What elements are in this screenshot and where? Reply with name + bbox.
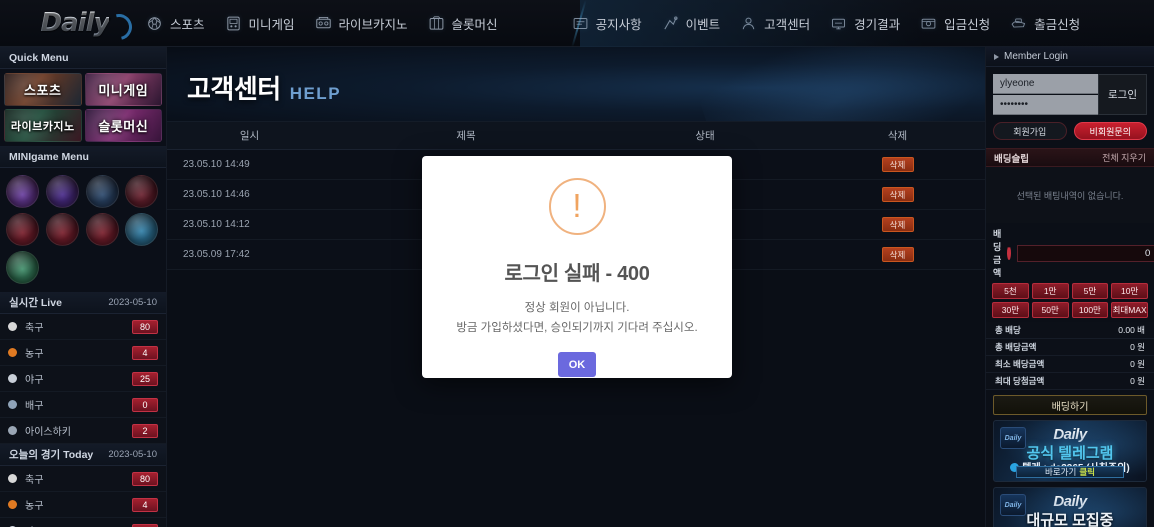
nav-item-deposit[interactable]: 입금신청 — [910, 0, 1000, 47]
nav-item-live-casino[interactable]: 라이브카지노 — [305, 0, 418, 47]
deposit-icon — [921, 18, 936, 29]
modal-message-line2: 방금 가입하셨다면, 승인되기까지 기다려 주십시오. — [456, 322, 698, 334]
modal-title: 로그인 실패 - 400 — [504, 263, 650, 285]
nav-item-label: 스포츠 — [170, 17, 205, 32]
nav-item-label: 슬롯머신 — [451, 17, 498, 32]
nav-items-container: 스포츠 미니게임 라이브카지노 슬롯머신 공지사항 이벤트 고객센터 경기결과 … — [136, 0, 1154, 47]
sports-icon — [148, 16, 161, 30]
nav-item-label: 출금신청 — [1034, 17, 1081, 32]
modal-message-line1: 정상 회원이 아닙니다. — [524, 302, 630, 314]
page-root: Daily 스포츠 미니게임 라이브카지노 슬롯머신 공지사항 이벤트 고객센터… — [0, 0, 1154, 527]
minigame-icon — [226, 16, 240, 30]
nav-item-label: 고객센터 — [764, 17, 811, 32]
nav-item-sports[interactable]: 스포츠 — [136, 0, 215, 47]
slot-machine-icon — [429, 15, 443, 30]
nav-item-match-result[interactable]: 경기결과 — [820, 0, 910, 47]
warning-icon: ! — [548, 178, 606, 235]
nav-item-event[interactable]: 이벤트 — [652, 0, 731, 47]
nav-item-label: 입금신청 — [944, 17, 991, 32]
site-logo[interactable]: Daily — [14, 8, 137, 45]
nav-item-label: 경기결과 — [854, 17, 901, 32]
nav-item-withdraw[interactable]: 출금신청 — [1000, 0, 1090, 47]
notice-icon — [573, 17, 587, 29]
modal-ok-button[interactable]: OK — [558, 352, 596, 377]
withdraw-icon — [1011, 17, 1026, 28]
customer-center-icon — [742, 17, 755, 29]
live-casino-icon — [315, 16, 331, 28]
match-result-icon — [832, 18, 846, 29]
nav-item-label: 공지사항 — [595, 17, 642, 32]
modal-backdrop: ! 로그인 실패 - 400 정상 회원이 아닙니다. 방금 가입하셨다면, 승… — [0, 0, 1154, 527]
nav-item-notice[interactable]: 공지사항 — [562, 0, 652, 47]
nav-item-label: 라이브카지노 — [338, 17, 408, 32]
login-failure-modal: ! 로그인 실패 - 400 정상 회원이 아닙니다. 방금 가입하셨다면, 승… — [422, 156, 732, 378]
nav-item-customer-center[interactable]: 고객센터 — [730, 0, 820, 47]
nav-item-label: 이벤트 — [685, 17, 721, 32]
nav-item-minigame[interactable]: 미니게임 — [215, 0, 305, 47]
nav-item-slot-machine[interactable]: 슬롯머신 — [418, 0, 508, 47]
event-icon — [663, 15, 678, 29]
site-logo-text: Daily — [40, 8, 111, 38]
warning-exclamation: ! — [572, 187, 582, 224]
top-navigation-bar: Daily 스포츠 미니게임 라이브카지노 슬롯머신 공지사항 이벤트 고객센터… — [0, 0, 1154, 47]
nav-item-label: 미니게임 — [248, 17, 295, 32]
